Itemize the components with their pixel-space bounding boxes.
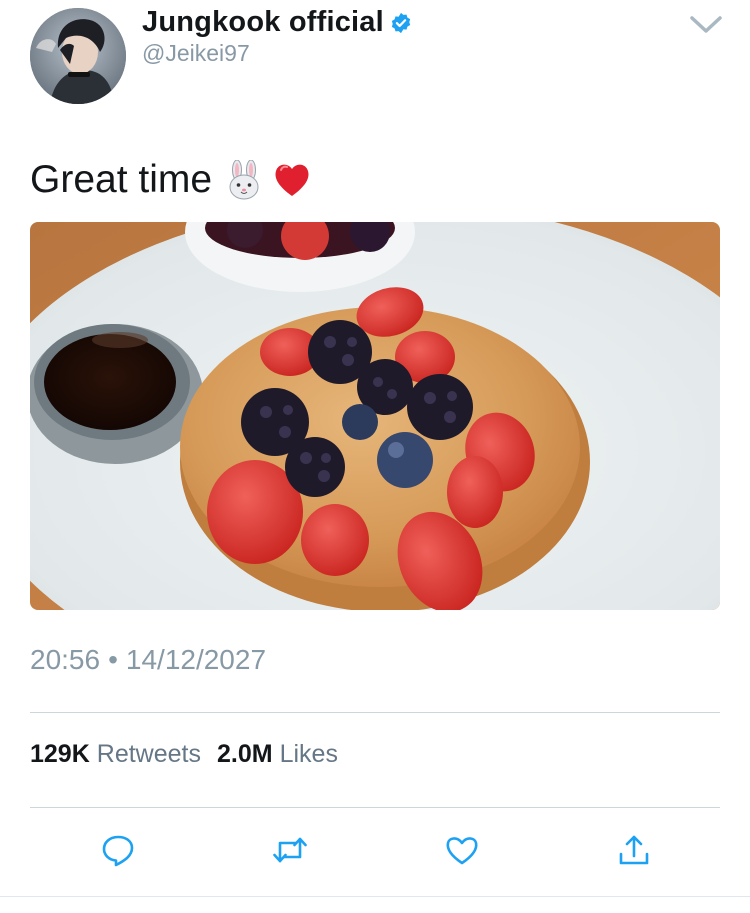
retweets-stat[interactable]: 129K Retweets [30,740,201,769]
verified-badge-icon [390,12,412,34]
tweet-photo[interactable] [30,222,720,610]
reply-icon [100,832,136,873]
retweet-button[interactable] [268,830,312,874]
share-icon [616,832,652,873]
tweet-time: 20:56 [30,644,101,675]
avatar[interactable] [30,8,126,104]
name-row: Jungkook official [142,5,412,39]
display-name[interactable]: Jungkook official [142,6,384,39]
rabbit-face-icon [224,159,264,200]
action-bar [0,830,750,878]
retweets-count: 129K [30,739,90,768]
likes-stat[interactable]: 2.0M Likes [217,740,338,769]
timestamp: 20:56 • 14/12/2027 [30,644,266,676]
chevron-down-icon[interactable] [688,12,724,36]
likes-count: 2.0M [216,739,273,768]
tweet-stats: 129K Retweets 2.0M Likes [30,738,338,770]
red-heart-icon [272,160,312,200]
share-button[interactable] [612,830,656,874]
tweet-header: Jungkook official @Jeikei97 [0,0,750,120]
reply-button[interactable] [96,830,140,874]
divider [30,712,720,713]
divider [30,807,720,808]
likes-label: Likes [279,739,338,768]
tweet-body: Great time [30,158,213,201]
bottom-divider [0,896,750,897]
tweet-date: 14/12/2027 [125,644,267,675]
retweet-icon [271,832,309,873]
retweets-label: Retweets [96,739,201,768]
separator-dot: • [108,644,118,675]
handle[interactable]: @Jeikei97 [142,40,250,67]
like-button[interactable] [440,830,484,874]
tweet-text: Great time [30,156,312,204]
like-icon [444,832,480,873]
